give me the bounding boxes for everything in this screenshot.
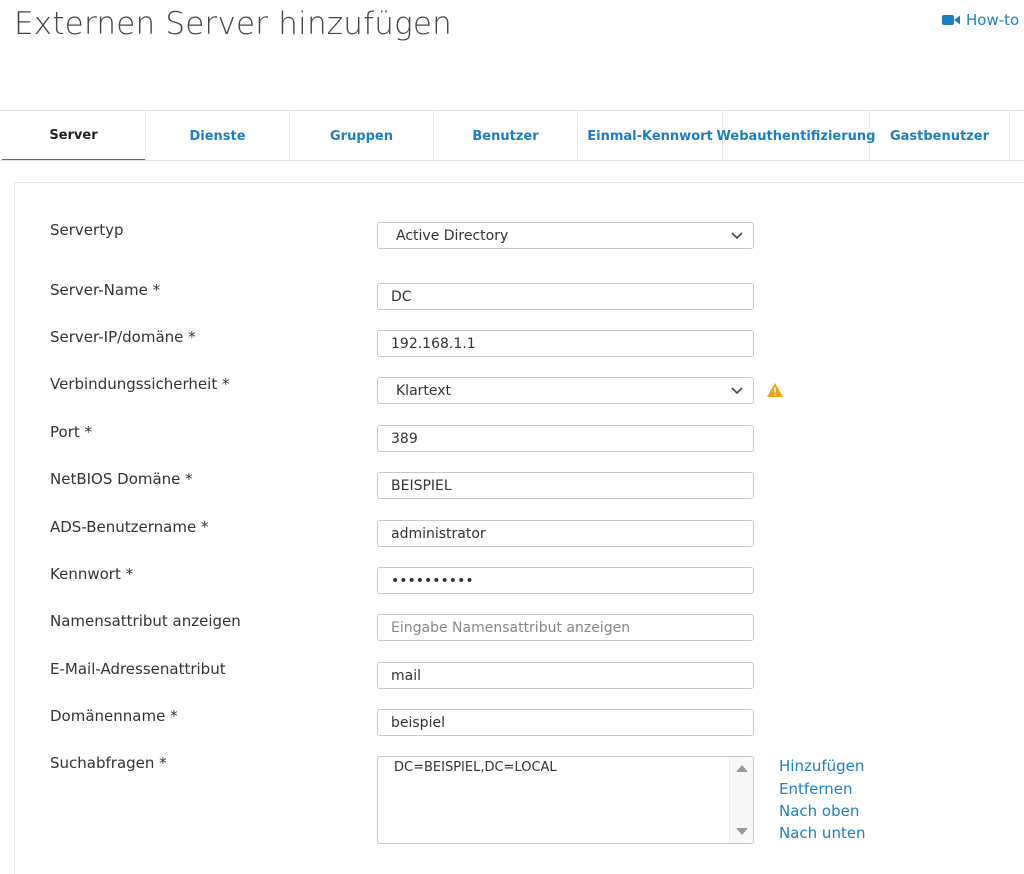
move-down-link[interactable]: Nach unten (779, 824, 866, 842)
howto-link[interactable]: How-to (942, 11, 1019, 29)
search-queries-list[interactable]: DC=BEISPIEL,DC=LOCAL (377, 756, 754, 844)
connection-security-value: Klartext (396, 382, 452, 399)
scrollbar[interactable] (729, 757, 753, 843)
connection-security-label: Verbindungssicherheit * (50, 375, 230, 393)
server-ip-input[interactable] (377, 330, 754, 357)
move-up-link[interactable]: Nach oben (779, 802, 859, 820)
netbios-domain-input[interactable] (377, 472, 754, 499)
port-label: Port * (50, 423, 93, 441)
server-name-input[interactable] (377, 283, 754, 310)
tab-dienste[interactable]: Dienste (146, 111, 290, 160)
email-attr-input[interactable] (377, 662, 754, 689)
ads-username-label: ADS-Benutzername * (50, 518, 209, 536)
tab-overflow[interactable] (1010, 111, 1024, 160)
scroll-up-arrow-icon[interactable] (736, 765, 748, 772)
connection-security-select[interactable]: Klartext (377, 377, 754, 404)
chevron-down-icon (731, 231, 743, 239)
tab-server[interactable]: Server (2, 111, 146, 160)
tab-einmal-kennwort[interactable]: Einmal-Kennwort (578, 111, 723, 160)
tab-gruppen[interactable]: Gruppen (290, 111, 434, 160)
search-queries-label: Suchabfragen * (50, 754, 167, 772)
server-name-label: Server-Name * (50, 281, 161, 299)
chevron-down-icon (731, 386, 743, 394)
display-name-attr-input[interactable] (377, 614, 754, 641)
tab-gastbenutzer[interactable]: Gastbenutzer (870, 111, 1010, 160)
warning-triangle-icon (767, 383, 783, 397)
netbios-domain-label: NetBIOS Domäne * (50, 470, 193, 488)
display-name-attr-label: Namensattribut anzeigen (50, 612, 241, 630)
password-input[interactable] (377, 567, 754, 594)
howto-label: How-to (966, 11, 1020, 29)
add-query-link[interactable]: Hinzufügen (779, 757, 864, 775)
port-input[interactable] (377, 425, 754, 452)
server-ip-label: Server-IP/domäne * (50, 328, 196, 346)
scroll-down-arrow-icon[interactable] (736, 828, 748, 835)
server-type-value: Active Directory (396, 227, 509, 244)
list-item[interactable]: DC=BEISPIEL,DC=LOCAL (394, 760, 557, 775)
server-type-label: Servertyp (50, 221, 124, 239)
remove-query-link[interactable]: Entfernen (779, 780, 853, 798)
tab-webauthentifizierung[interactable]: Webauthentifizierung (717, 111, 875, 160)
password-label: Kennwort * (50, 565, 134, 583)
video-camera-icon (942, 15, 960, 25)
domain-name-input[interactable] (377, 709, 754, 736)
domain-name-label: Domänenname * (50, 707, 178, 725)
server-type-select[interactable]: Active Directory (377, 222, 754, 249)
email-attr-label: E-Mail-Adressenattribut (50, 660, 226, 678)
tab-bar: Server Dienste Gruppen Benutzer Einmal-K… (0, 110, 1024, 161)
page-title: Externen Server hinzufügen (14, 6, 453, 42)
ads-username-input[interactable] (377, 520, 754, 547)
tab-benutzer[interactable]: Benutzer (434, 111, 578, 160)
